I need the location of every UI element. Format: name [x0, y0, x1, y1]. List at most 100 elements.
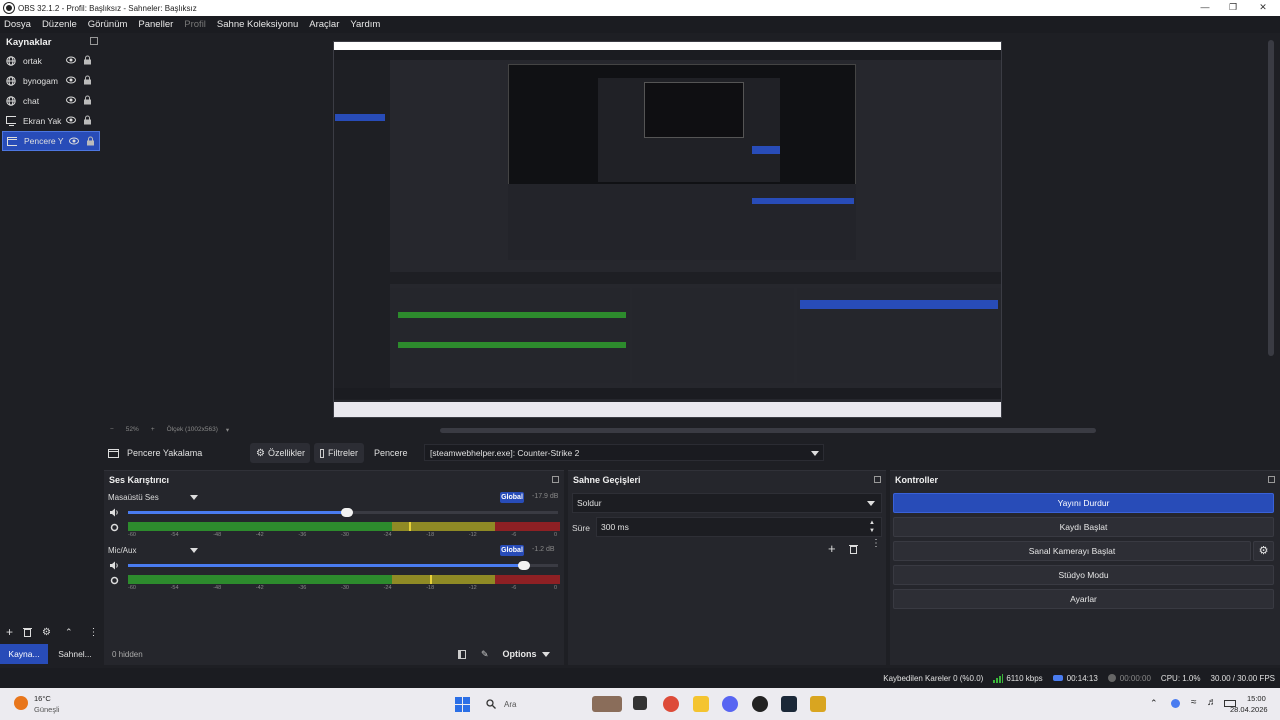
volume-slider[interactable] [128, 561, 558, 570]
mixer-settings-icon[interactable]: ✎ [481, 649, 489, 660]
source-item[interactable]: Pencere Y [2, 131, 100, 151]
lock-icon[interactable] [83, 55, 92, 65]
eye-icon[interactable] [66, 56, 76, 64]
volume-slider[interactable] [128, 508, 558, 517]
volume-icon[interactable] [110, 561, 119, 570]
source-item[interactable]: bynogam [0, 71, 102, 91]
chrome-icon[interactable] [663, 696, 679, 712]
counter-strike-icon[interactable] [810, 696, 826, 712]
menu-sahne-koleksiyonu[interactable]: Sahne Koleksiyonu [217, 19, 298, 30]
source-item[interactable]: chat [0, 91, 102, 111]
trash-icon[interactable] [23, 627, 33, 637]
meter-tick: -60 [128, 585, 136, 591]
stop-streaming-button[interactable]: Yayını Durdur [893, 493, 1274, 513]
lock-icon[interactable] [83, 95, 92, 105]
start-virtual-camera-button[interactable]: Sanal Kamerayı Başlat [893, 541, 1251, 561]
obs-icon[interactable] [752, 696, 768, 712]
gear-icon[interactable] [110, 576, 119, 585]
audio-mixer-dock: Ses Karıştırıcı Masaüstü Ses Global -17.9 … [104, 470, 564, 665]
eye-icon[interactable] [66, 116, 76, 124]
add-transition-icon[interactable]: + [828, 541, 836, 556]
eye-icon[interactable] [66, 96, 76, 104]
zoom-bar: − 52% + Ölçek (1002x563) ▾ [110, 424, 270, 435]
mixer-header: Ses Karıştırıcı [104, 471, 564, 488]
menu-duzenle[interactable]: Düzenle [42, 19, 77, 30]
filters-button[interactable]: Filtreler [314, 443, 364, 463]
eye-icon[interactable] [66, 76, 76, 84]
discord-icon[interactable] [722, 696, 738, 712]
channel-dropdown-icon[interactable] [190, 495, 198, 500]
studio-mode-button[interactable]: Stüdyo Modu [893, 565, 1274, 585]
tray-chevron-up-icon[interactable]: ⌃ [1150, 698, 1158, 709]
zoom-in-button[interactable]: + [151, 426, 155, 433]
duration-input[interactable]: 300 ms ▲ ▼ [596, 517, 882, 537]
volume-knob[interactable] [517, 561, 530, 570]
file-explorer-icon[interactable] [693, 696, 709, 712]
menu-dosya[interactable]: Dosya [4, 19, 31, 30]
options-button[interactable]: Options [503, 649, 537, 659]
audio-meter [128, 522, 560, 531]
eye-icon[interactable] [69, 137, 79, 145]
add-source-icon[interactable]: + [6, 625, 13, 639]
record-time-value: 00:00:00 [1119, 673, 1151, 683]
virtual-camera-settings-button[interactable]: ⚙ [1253, 541, 1274, 561]
properties-button[interactable]: ⚙ Özellikler [250, 443, 310, 463]
steam-icon[interactable] [781, 696, 797, 712]
preview-canvas[interactable] [333, 41, 1002, 418]
dock-float-icon[interactable] [1268, 476, 1275, 483]
chevron-down-icon [811, 451, 819, 456]
gear-icon[interactable] [110, 523, 119, 532]
spin-up-icon[interactable]: ▲ [869, 520, 875, 526]
tray-app-icon[interactable] [1171, 699, 1180, 708]
preview-horizontal-scrollbar[interactable] [440, 428, 1096, 433]
lock-icon[interactable] [83, 115, 92, 125]
window-select[interactable]: [steamwebhelper.exe]: Counter-Strike 2 [424, 444, 824, 461]
gear-icon[interactable]: ⚙ [42, 627, 51, 638]
transition-select[interactable]: Soldur [572, 493, 882, 513]
minimize-button[interactable]: — [1190, 0, 1220, 16]
chevron-up-icon[interactable]: ⌃ [65, 627, 73, 638]
dock-float-icon[interactable] [552, 476, 559, 483]
clock-time[interactable]: 15:00 [1247, 694, 1266, 703]
spin-down-icon[interactable]: ▼ [869, 528, 875, 534]
maximize-button[interactable]: ❐ [1218, 0, 1248, 16]
wifi-icon[interactable]: ≈ [1191, 697, 1197, 708]
scale-dropdown-icon[interactable]: ▾ [226, 426, 229, 434]
settings-button[interactable]: Ayarlar [893, 589, 1274, 609]
dock-float-icon[interactable] [90, 37, 98, 45]
task-view-icon[interactable] [633, 696, 647, 710]
dock-float-icon[interactable] [874, 476, 881, 483]
source-item[interactable]: Ekran Yak [0, 111, 102, 131]
nested-status-bar [334, 388, 1001, 399]
volume-icon[interactable] [110, 508, 119, 517]
trash-icon[interactable] [849, 544, 858, 554]
menu-araclar[interactable]: Araçlar [309, 19, 339, 30]
preview-vertical-scrollbar[interactable] [1268, 40, 1274, 356]
more-options-icon[interactable]: ⋮ [89, 627, 99, 638]
transitions-title: Sahne Geçişleri [573, 474, 641, 485]
layout-icon[interactable] [458, 649, 466, 659]
tab-scenes[interactable]: Sahnel... [50, 644, 100, 664]
sources-dock: Kaynaklar ortak bynogam chat Ekran Yak Pence… [0, 33, 102, 665]
start-recording-button[interactable]: Kaydı Başlat [893, 517, 1274, 537]
dropped-frames: Kaybedilen Kareler 0 (%0.0) [883, 673, 984, 683]
sources-toolbar: + ⚙ ⌃ ⋮ [0, 624, 104, 640]
source-item[interactable]: ortak [0, 51, 102, 71]
menu-gorunum[interactable]: Görünüm [88, 19, 128, 30]
audio-meter [128, 575, 560, 584]
volume-icon[interactable]: ♬ [1207, 697, 1217, 708]
clock-date[interactable]: 28.04.2026 [1230, 705, 1268, 714]
menu-paneller[interactable]: Paneller [138, 19, 173, 30]
lock-icon[interactable] [86, 136, 95, 146]
more-options-icon[interactable]: ⋮ [871, 539, 881, 549]
lock-icon[interactable] [83, 75, 92, 85]
weather-icon[interactable] [14, 696, 28, 710]
volume-knob[interactable] [341, 508, 354, 517]
close-button[interactable]: ✕ [1248, 0, 1278, 16]
tab-sources[interactable]: Kayna... [0, 644, 48, 664]
start-button[interactable] [455, 697, 470, 712]
zoom-out-button[interactable]: − [110, 426, 114, 433]
menu-yardim[interactable]: Yardım [350, 19, 380, 30]
menu-profil[interactable]: Profil [184, 19, 206, 30]
channel-dropdown-icon[interactable] [190, 548, 198, 553]
